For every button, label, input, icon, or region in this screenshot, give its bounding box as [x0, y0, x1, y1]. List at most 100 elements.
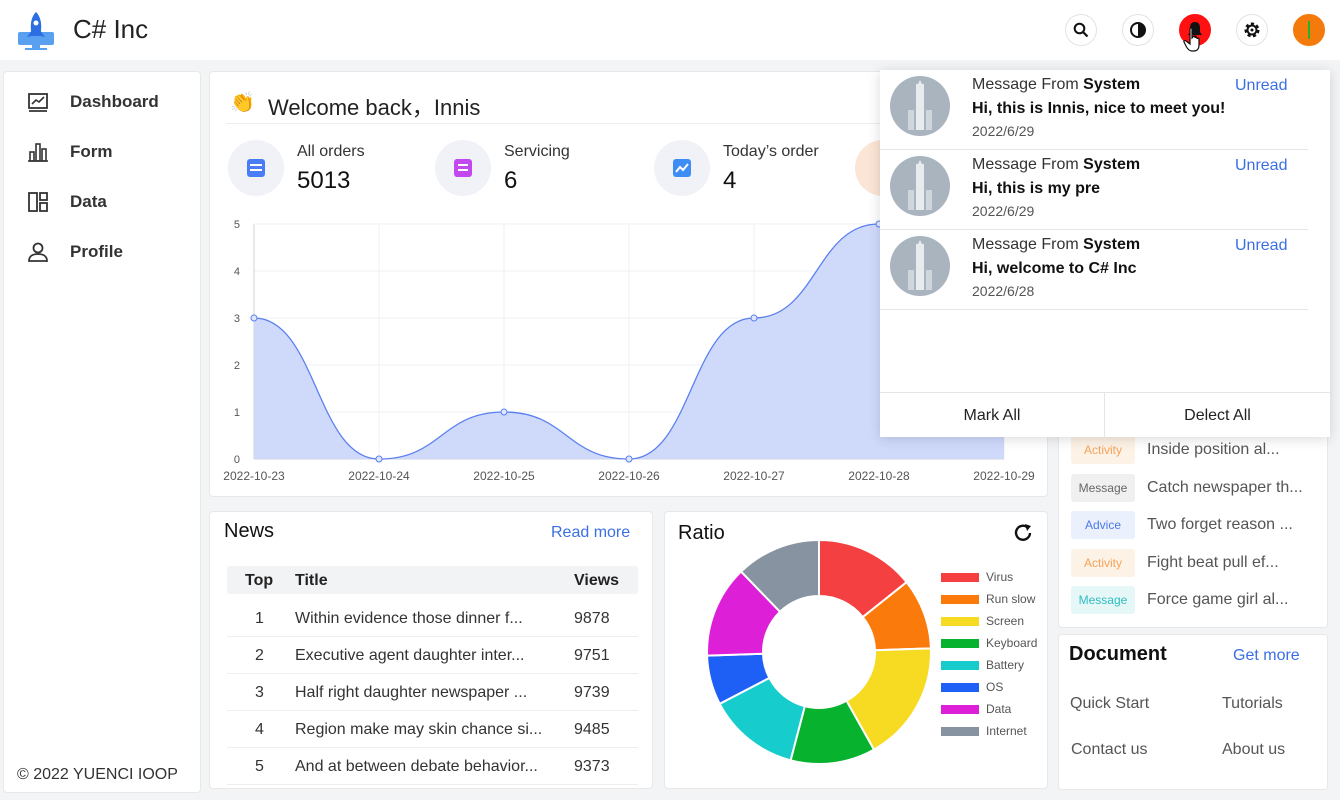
message-date: 2022/6/28 — [972, 283, 1035, 299]
row-title: And at between debate behavior... — [295, 758, 538, 775]
x-tick-label: 2022-10-23 — [223, 469, 285, 483]
quick-start-link[interactable]: Quick Start — [1070, 695, 1149, 713]
legend-label: Keyboard — [986, 636, 1038, 650]
data-point[interactable] — [375, 455, 383, 463]
legend-swatch — [941, 660, 979, 670]
sidebar-item-data[interactable]: Data — [26, 187, 107, 217]
popup-footer: Mark All Delect All — [880, 392, 1330, 438]
sidebar-item-form[interactable]: Form — [26, 137, 113, 167]
unread-status-link[interactable]: Unread — [1235, 77, 1287, 95]
legend-swatch — [941, 682, 979, 692]
message-text: Hi, this is my pre — [972, 180, 1101, 197]
row-title: Half right daughter newspaper ... — [295, 684, 528, 701]
list-item[interactable]: Activity Fight beat pull ef... — [1071, 548, 1312, 578]
delete-all-button[interactable]: Delect All — [1105, 393, 1330, 438]
search-button[interactable] — [1065, 14, 1097, 46]
legend-item[interactable]: Data — [941, 702, 1011, 716]
contact-us-link[interactable]: Contact us — [1071, 741, 1147, 759]
legend-label: Virus — [986, 570, 1014, 584]
mark-all-button[interactable]: Mark All — [880, 393, 1105, 438]
sidebar-item-profile[interactable]: Profile — [26, 237, 123, 267]
activity-text: Catch newspaper th... — [1147, 478, 1303, 496]
row-views: 9751 — [574, 647, 610, 664]
tutorials-link[interactable]: Tutorials — [1222, 695, 1283, 713]
news-read-more-link[interactable]: Read more — [551, 524, 630, 542]
list-item[interactable]: Message Force game girl al... — [1071, 585, 1312, 615]
legend-item[interactable]: Internet — [941, 724, 1027, 738]
notification-item[interactable]: Message From System Hi, this is Innis, n… — [880, 70, 1308, 150]
legend-swatch — [941, 726, 979, 736]
table-row[interactable]: 2 Executive agent daughter inter... 9751 — [227, 637, 638, 674]
sender-avatar — [890, 156, 950, 216]
unread-status-link[interactable]: Unread — [1235, 157, 1287, 175]
refresh-icon[interactable] — [1012, 522, 1034, 544]
document-card: Document Get more Quick Start Tutorials … — [1058, 634, 1328, 790]
table-row[interactable]: 3 Half right daughter newspaper ... 9739 — [227, 674, 638, 711]
settings-button[interactable] — [1236, 14, 1268, 46]
list-item[interactable]: Activity Inside position al... — [1071, 435, 1312, 465]
legend-item[interactable]: Battery — [941, 658, 1024, 672]
x-tick-label: 2022-10-26 — [598, 469, 660, 483]
news-card: News Read more Top Title Views 1 Within … — [209, 511, 653, 789]
stat-value: 4 — [723, 167, 737, 194]
y-tick-label: 1 — [234, 407, 240, 419]
data-point[interactable] — [625, 455, 633, 463]
data-point[interactable] — [500, 408, 508, 416]
trend-icon — [654, 140, 710, 196]
activity-tag: Activity — [1071, 436, 1135, 464]
servicing-icon — [435, 140, 491, 196]
message-from: Message From System — [972, 156, 1141, 173]
message-from: Message From System — [972, 236, 1141, 253]
legend-item[interactable]: Virus — [941, 570, 1013, 584]
sidebar-item-label: Dashboard — [70, 92, 159, 111]
table-row[interactable]: 5 And at between debate behavior... 9373 — [227, 748, 638, 785]
list-item[interactable]: Advice Two forget reason ... — [1071, 510, 1312, 540]
table-row[interactable]: 4 Region make may skin chance si... 9485 — [227, 711, 638, 748]
notification-item[interactable]: Message From System Hi, welcome to C# In… — [880, 230, 1308, 310]
theme-toggle-button[interactable] — [1122, 14, 1154, 46]
y-tick-label: 5 — [234, 219, 240, 231]
about-us-link[interactable]: About us — [1222, 741, 1285, 759]
legend-swatch — [941, 704, 979, 714]
activity-text: Inside position al... — [1147, 441, 1280, 458]
sidebar-item-dashboard[interactable]: Dashboard — [26, 87, 159, 117]
unread-status-link[interactable]: Unread — [1235, 237, 1287, 255]
orders-icon — [228, 140, 284, 196]
user-avatar[interactable] — [1293, 14, 1325, 46]
stat-label: Servicing — [504, 143, 570, 160]
row-views: 9739 — [574, 684, 610, 701]
news-table-header: Top Title Views — [227, 566, 638, 594]
legend-item[interactable]: OS — [941, 680, 1003, 694]
notification-popup: Message From System Hi, this is Innis, n… — [880, 70, 1330, 438]
row-rank: 2 — [255, 647, 264, 664]
ratio-card: Ratio Virus Run slow Screen Keyboard Battery… — [664, 511, 1048, 789]
notification-item[interactable]: Message From System Hi, this is my pre 2… — [880, 150, 1308, 230]
x-tick-label: 2022-10-24 — [348, 469, 410, 483]
copyright: © 2022 YUENCI IOOP — [17, 766, 178, 783]
table-row[interactable]: 1 Within evidence those dinner f... 9878 — [227, 600, 638, 637]
legend-item[interactable]: Run slow — [941, 592, 1035, 606]
header: C# Inc — [0, 0, 1340, 60]
data-point[interactable] — [250, 314, 258, 322]
activity-text: Force game girl al... — [1147, 591, 1289, 608]
sender-avatar — [890, 76, 950, 136]
list-item[interactable]: Message Catch newspaper th... — [1071, 473, 1312, 503]
row-views: 9485 — [574, 721, 610, 738]
waving-hand-icon: 👏 — [230, 92, 255, 114]
legend-label: Battery — [986, 658, 1025, 672]
document-get-more-link[interactable]: Get more — [1233, 647, 1300, 665]
activity-tag: Advice — [1071, 511, 1135, 539]
row-rank: 3 — [255, 684, 264, 701]
y-tick-label: 3 — [234, 313, 240, 325]
data-point[interactable] — [750, 314, 758, 322]
legend-item[interactable]: Screen — [941, 614, 1024, 628]
user-icon — [28, 242, 48, 262]
legend-label: Screen — [986, 614, 1025, 628]
y-tick-label: 4 — [234, 266, 240, 278]
legend-item[interactable]: Keyboard — [941, 636, 1037, 650]
stat-value: 5013 — [297, 167, 351, 194]
row-rank: 1 — [255, 610, 264, 627]
row-views: 9878 — [574, 610, 610, 627]
message-text: Hi, this is Innis, nice to meet you! — [972, 100, 1226, 117]
avatar-mark-icon — [1308, 21, 1310, 39]
